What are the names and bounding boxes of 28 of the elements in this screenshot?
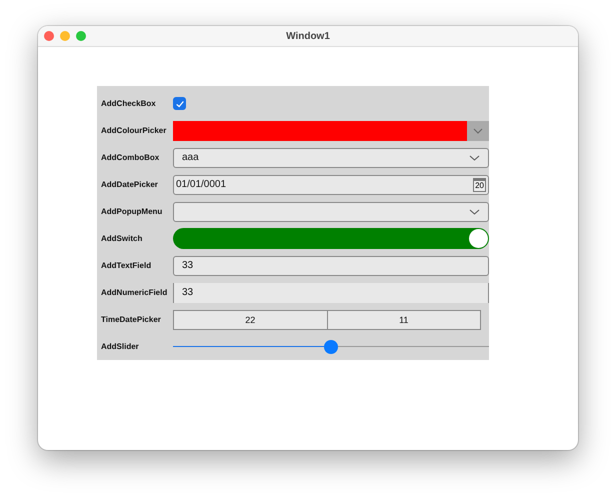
chevron-down-icon: [469, 154, 480, 160]
field-label: AddComboBox: [101, 153, 160, 162]
window-title: Window1: [286, 30, 330, 42]
field-label: AddDatePicker: [101, 180, 159, 189]
calendar-button[interactable]: 20: [473, 178, 486, 192]
time-segment[interactable]: 22: [173, 310, 328, 330]
slider[interactable]: [173, 340, 489, 354]
date-picker[interactable]: 01/01/0001 20: [173, 174, 489, 194]
chevron-down-icon: [473, 128, 483, 134]
field-label: TimeDatePicker: [101, 315, 162, 324]
field-label: AddColourPicker: [101, 126, 168, 135]
field-label: AddSlider: [101, 342, 140, 351]
checkbox[interactable]: [173, 97, 186, 110]
time-segment[interactable]: 11: [328, 310, 481, 330]
zoom-button[interactable]: [76, 31, 86, 41]
field-label: AddTextField: [101, 261, 152, 270]
toggle-switch[interactable]: [173, 228, 489, 249]
field-label: AddSwitch: [101, 234, 144, 243]
chevron-down-icon: [469, 208, 480, 214]
numeric-field[interactable]: 33: [173, 282, 489, 302]
field-label: AddPopupMenu: [101, 207, 164, 216]
minimize-button[interactable]: [60, 31, 70, 41]
combo-box[interactable]: aaa: [173, 148, 489, 168]
field-label: AddNumericField: [101, 288, 168, 297]
text-field[interactable]: 33: [173, 256, 489, 276]
close-button[interactable]: [44, 31, 54, 41]
field-label: AddCheckBox: [101, 99, 157, 108]
popup-menu[interactable]: [173, 202, 489, 222]
